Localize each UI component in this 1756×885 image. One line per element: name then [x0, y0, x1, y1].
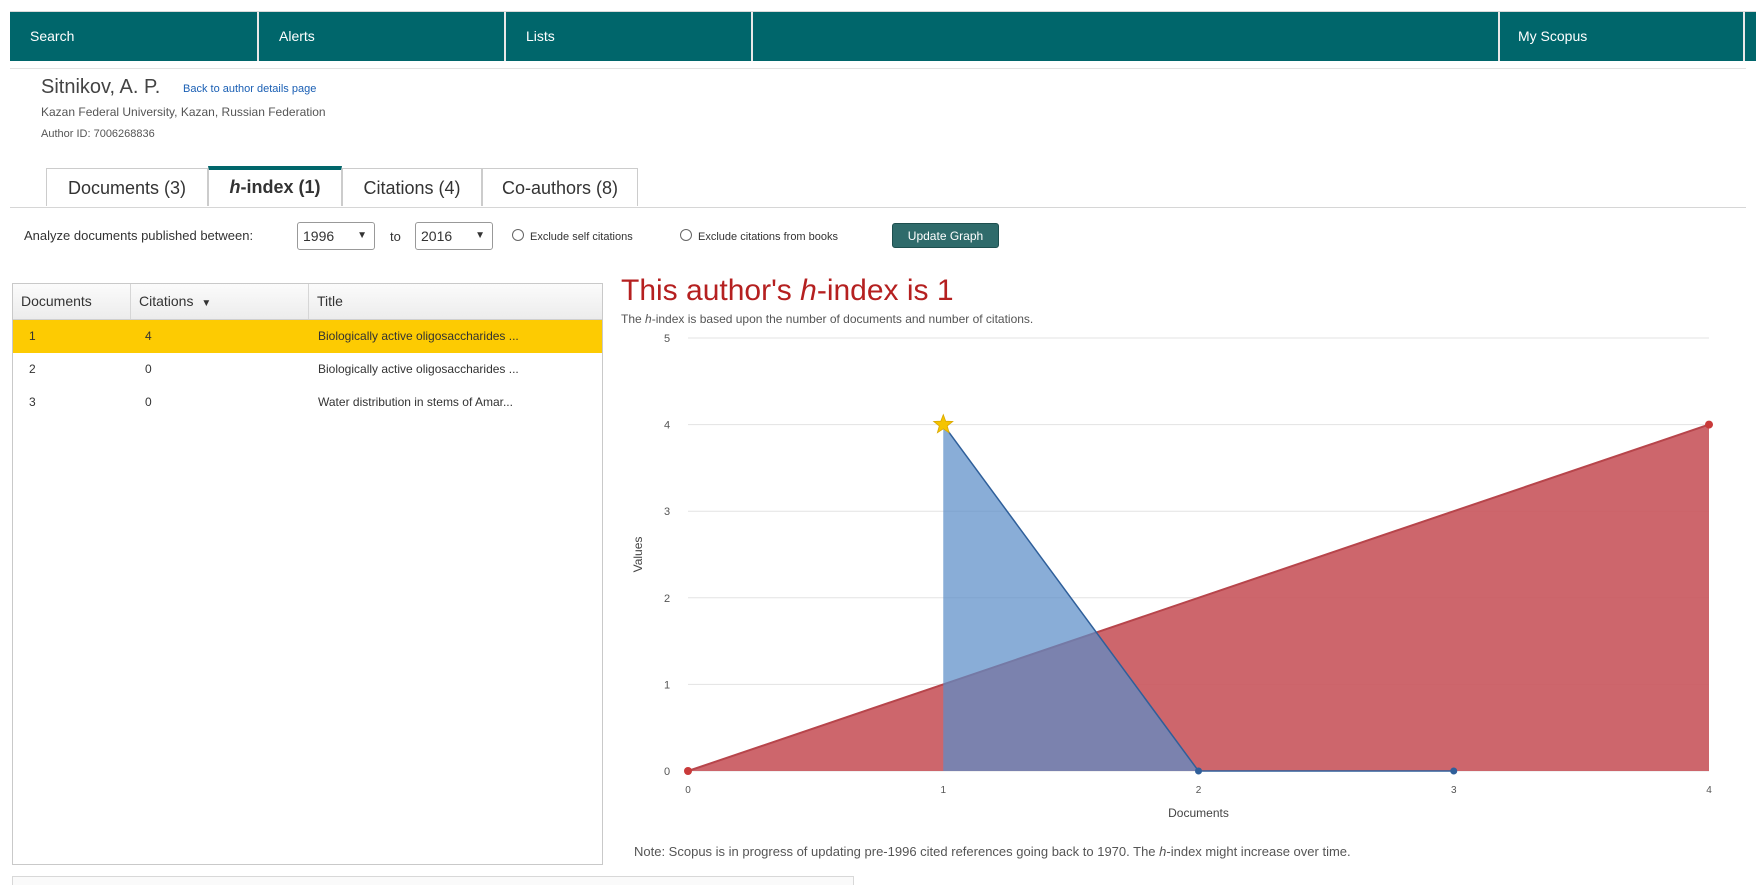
to-year-value: 2016 [421, 228, 453, 244]
chevron-down-icon: ▼ [357, 230, 367, 241]
from-year-value: 1996 [303, 228, 335, 244]
nav-search[interactable]: Search [10, 12, 259, 61]
h-index-chart: 0 1 2 3 4 5 0 1 2 3 4 Documents Values [631, 333, 1713, 820]
y-tick-label: 1 [664, 679, 670, 691]
citations-point[interactable] [1450, 767, 1458, 775]
citations-header-label: Citations [139, 293, 194, 309]
tab-co-authors[interactable]: Co-authors (8) [482, 168, 638, 206]
analyze-label: Analyze documents published between: [24, 228, 254, 243]
update-graph-button[interactable]: Update Graph [892, 223, 999, 248]
y-tick-label: 0 [664, 766, 670, 778]
cell-document-number: 3 [29, 395, 36, 409]
chevron-down-icon: ▼ [475, 230, 485, 241]
note-pre: Note: Scopus is in progress of updating … [634, 844, 1160, 859]
to-label: to [390, 229, 401, 244]
title-h: h [800, 274, 817, 307]
to-year-select[interactable]: 2016 ▼ [415, 222, 493, 250]
tab-h-index-label: -index (1) [240, 177, 321, 197]
column-header-citations[interactable]: Citations ▼ [131, 284, 309, 319]
nav-alerts[interactable]: Alerts [259, 12, 506, 61]
subtitle-post: -index is based upon the number of docum… [651, 312, 1034, 326]
exclude-books-label: Exclude citations from books [698, 231, 839, 243]
sort-descending-icon: ▼ [201, 298, 212, 309]
x-axis-label: Documents [1168, 806, 1229, 820]
nav-my-scopus[interactable]: My Scopus [1498, 12, 1745, 61]
cell-document-number: 1 [29, 329, 36, 343]
tab-documents[interactable]: Documents (3) [46, 168, 208, 206]
cell-citations: 0 [145, 362, 152, 376]
subtitle-h: h [645, 312, 652, 326]
x-tick-label: 3 [1451, 785, 1457, 796]
nav-lists[interactable]: Lists [506, 12, 753, 61]
h-index-subtitle: The h-index is based upon the number of … [621, 312, 1033, 326]
y-tick-label: 5 [664, 333, 670, 345]
tab-h-index[interactable]: h-index (1) [208, 166, 342, 206]
back-to-author-link[interactable]: Back to author details page [183, 83, 316, 95]
y-tick-label: 2 [664, 593, 670, 605]
author-id: Author ID: 7006268836 [41, 128, 155, 140]
cell-title[interactable]: Biologically active oligosaccharides ... [318, 320, 519, 353]
chart-note: Note: Scopus is in progress of updating … [634, 844, 1351, 859]
documents-table: Documents Citations ▼ Title 1 4 Biological… [12, 283, 603, 865]
author-name: Sitnikov, A. P. [41, 76, 161, 98]
exclude-books-option[interactable]: Exclude citations from books [680, 229, 838, 243]
reference-point[interactable] [684, 767, 692, 775]
tab-citations[interactable]: Citations (4) [342, 168, 482, 206]
from-year-select[interactable]: 1996 ▼ [297, 222, 375, 250]
h-index-title: This author's h-index is 1 [621, 274, 954, 308]
table-row[interactable]: 1 4 Biologically active oligosaccharides .… [13, 320, 602, 353]
title-post: -index is 1 [816, 274, 954, 307]
x-tick-label: 2 [1196, 785, 1202, 796]
citations-point[interactable] [1195, 767, 1202, 775]
cell-citations: 4 [145, 329, 152, 343]
x-tick-label: 1 [940, 785, 946, 796]
x-tick-label: 4 [1706, 785, 1712, 796]
note-post: -index might increase over time. [1166, 844, 1351, 859]
reference-point[interactable] [1705, 420, 1713, 429]
cell-title[interactable]: Biologically active oligosaccharides ... [318, 353, 519, 386]
tab-divider [10, 207, 1746, 208]
top-nav-bar: Search Alerts Lists My Scopus [10, 11, 1756, 61]
y-tick-label: 3 [664, 506, 670, 518]
column-header-documents[interactable]: Documents [13, 284, 131, 319]
radio-button-icon[interactable] [680, 229, 692, 241]
cell-title[interactable]: Water distribution in stems of Amar... [318, 386, 513, 419]
x-tick-label: 0 [685, 785, 691, 796]
table-row[interactable]: 3 0 Water distribution in stems of Amar... [13, 386, 602, 419]
header-divider [10, 68, 1746, 69]
radio-button-icon[interactable] [512, 229, 524, 241]
nav-spacer [753, 12, 1500, 61]
subtitle-pre: The [621, 312, 646, 326]
table-header: Documents Citations ▼ Title [13, 284, 602, 320]
column-header-title[interactable]: Title [309, 284, 602, 319]
title-pre: This author's [621, 274, 801, 307]
exclude-self-citations-label: Exclude self citations [530, 231, 633, 243]
y-axis-label: Values [631, 537, 645, 573]
y-tick-label: 4 [664, 420, 670, 432]
cell-document-number: 2 [29, 362, 36, 376]
tab-h-index-h: h [229, 177, 241, 197]
table-row[interactable]: 2 0 Biologically active oligosaccharides .… [13, 353, 602, 386]
cell-citations: 0 [145, 395, 152, 409]
footer-strip [12, 876, 854, 885]
author-affiliation: Kazan Federal University, Kazan, Russian… [41, 105, 326, 119]
exclude-self-citations-option[interactable]: Exclude self citations [512, 229, 633, 243]
